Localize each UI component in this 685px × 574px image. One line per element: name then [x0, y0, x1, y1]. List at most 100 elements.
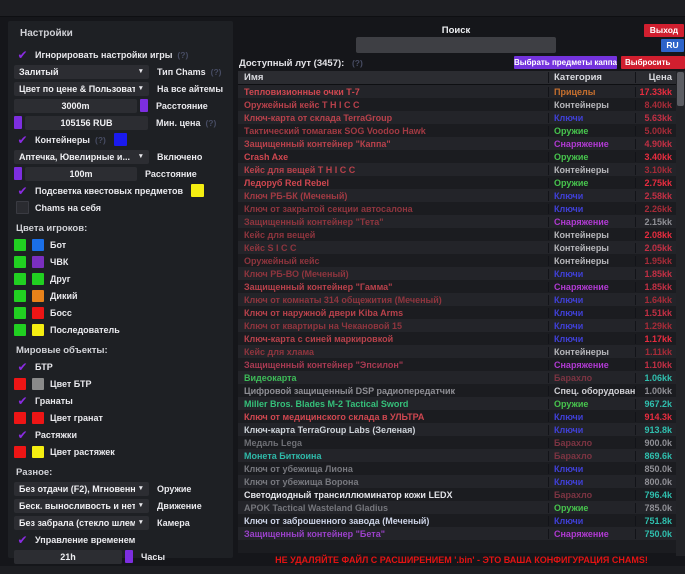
text-input[interactable]: 21h	[14, 550, 122, 564]
item-category: Ключи	[548, 516, 636, 526]
color-swatch[interactable]	[14, 290, 26, 302]
table-row[interactable]: Кейс для хламаКонтейнеры1.11kk	[238, 345, 676, 358]
table-row[interactable]: Тактический томагавк SOG Voodoo HawkОруж…	[238, 124, 676, 137]
table-row[interactable]: Ключ от закрытой секции автосалонаКлючи2…	[238, 202, 676, 215]
setting-camera: Без забрала (стекло шлема)▼Камера	[14, 514, 227, 531]
color-swatch[interactable]	[14, 324, 26, 336]
help-icon: (?)	[95, 135, 106, 145]
table-row[interactable]: Ключ от наружной двери Kiba ArmsКлючи1.5…	[238, 306, 676, 319]
color-swatch[interactable]	[114, 133, 127, 146]
color-swatch[interactable]	[14, 239, 26, 251]
settings-controls: ✔Игнорировать настройки игры(?)Залитый▼Т…	[14, 46, 227, 565]
table-row[interactable]: Ключ от убежища ВоронаКлючи800.0k	[238, 475, 676, 488]
language-button[interactable]: RU	[661, 39, 684, 52]
color-swatch[interactable]	[14, 167, 22, 180]
checkbox[interactable]: ✔	[16, 533, 29, 546]
checkbox[interactable]: ✔	[16, 394, 29, 407]
table-row[interactable]: Ключ РБ-БК (Меченый)Ключи2.58kk	[238, 189, 676, 202]
table-row[interactable]: Ключ РБ-ВО (Меченый)Ключи1.85kk	[238, 267, 676, 280]
dropdown[interactable]: Аптечка, Ювелирные и...▼	[14, 150, 149, 164]
table-row[interactable]: Защищенный контейнер "Гамма"Снаряжение1.…	[238, 280, 676, 293]
checkbox[interactable]: ✔	[16, 48, 29, 61]
color-swatch[interactable]	[32, 446, 44, 458]
column-header-category[interactable]: Категория	[548, 72, 636, 83]
table-row[interactable]: Кейс для вещей T H I C CКонтейнеры3.10kk	[238, 163, 676, 176]
chevron-down-icon: ▼	[138, 519, 144, 526]
color-swatch[interactable]	[32, 273, 44, 285]
table-row[interactable]: Кейс S I C CКонтейнеры2.05kk	[238, 241, 676, 254]
color-swatch[interactable]	[125, 550, 133, 563]
color-swatch[interactable]	[32, 324, 44, 336]
table-row[interactable]: Защищенный контейнер "Эпсилон"Снаряжение…	[238, 358, 676, 371]
setting-label: Контейнеры	[35, 135, 90, 145]
exit-button[interactable]: Выход	[644, 24, 684, 37]
setting-label: Расстояние	[156, 101, 208, 111]
table-row[interactable]: APOK Tactical Wasteland GladiusОружие785…	[238, 501, 676, 514]
text-input[interactable]: 100m	[25, 167, 137, 181]
table-row[interactable]	[238, 540, 676, 553]
search-input[interactable]	[356, 37, 556, 53]
column-header-name[interactable]: Имя	[238, 72, 548, 83]
table-row[interactable]: Crash AxeОружие3.40kk	[238, 150, 676, 163]
table-row[interactable]: Кейс для вещейКонтейнеры2.08kk	[238, 228, 676, 241]
color-swatch[interactable]	[32, 239, 44, 251]
select-kappa-items-button[interactable]: Выбрать предметы каппа	[514, 56, 617, 69]
dropdown[interactable]: Без забрала (стекло шлема)▼	[14, 516, 149, 530]
color-swatch[interactable]	[14, 378, 26, 390]
checkbox[interactable]: ✔	[16, 133, 29, 146]
color-swatch[interactable]	[32, 307, 44, 319]
table-row[interactable]: Ключ-карта TerraGroup Labs (Зеленая)Ключ…	[238, 423, 676, 436]
color-swatch[interactable]	[14, 446, 26, 458]
table-row[interactable]: Оружейный кейс T H I C CКонтейнеры8.40kk	[238, 98, 676, 111]
color-swatch[interactable]	[32, 412, 44, 424]
table-row[interactable]: Ключ от заброшенного завода (Меченый)Клю…	[238, 514, 676, 527]
color-swatch[interactable]	[14, 307, 26, 319]
table-row[interactable]: ВидеокартаБарахло1.06kk	[238, 371, 676, 384]
checkbox[interactable]	[16, 201, 29, 214]
color-swatch[interactable]	[32, 290, 44, 302]
table-row[interactable]: Тепловизионные очки Т-7Прицелы17.33kk	[238, 85, 676, 98]
table-row[interactable]: Ледоруб Red RebelОружие2.75kk	[238, 176, 676, 189]
table-row[interactable]: Медаль LegaБарахло900.0k	[238, 436, 676, 449]
color-swatch[interactable]	[32, 256, 44, 268]
item-price: 785.0k	[636, 503, 676, 513]
dropdown[interactable]: Цвет по цене & Пользователь▼	[14, 82, 149, 96]
table-row[interactable]: Монета БиткоинаБарахло869.6k	[238, 449, 676, 462]
item-category: Барахло	[548, 490, 636, 500]
checkbox[interactable]: ✔	[16, 360, 29, 373]
discard-all-button[interactable]: Выбросить все	[621, 56, 685, 69]
table-row[interactable]: Ключ-карта с синей маркировкойКлючи1.17k…	[238, 332, 676, 345]
dropdown[interactable]: Залитый▼	[14, 65, 149, 79]
column-header-price[interactable]: Цена	[636, 72, 676, 83]
color-swatch[interactable]	[140, 99, 148, 112]
color-swatch[interactable]	[14, 116, 22, 129]
table-row[interactable]: Ключ от убежища ЛионаКлючи850.0k	[238, 462, 676, 475]
dropdown[interactable]: Беск. выносливость и нет уста▼	[14, 499, 149, 513]
checkbox[interactable]: ✔	[16, 184, 29, 197]
table-row[interactable]: Защищенный контейнер "Бета"Снаряжение750…	[238, 527, 676, 540]
table-row[interactable]: Светодиодный трансиллюминатор кожи LEDXБ…	[238, 488, 676, 501]
scrollbar-thumb[interactable]	[677, 72, 684, 106]
table-row[interactable]: Оружейный кейсКонтейнеры1.95kk	[238, 254, 676, 267]
table-row[interactable]: Miller Bros. Blades M-2 Tactical SwordОр…	[238, 397, 676, 410]
table-row[interactable]: Цифровой защищенный DSP радиопередатчикС…	[238, 384, 676, 397]
table-row[interactable]: Ключ от медицинского склада в УЛЬТРАКлюч…	[238, 410, 676, 423]
checkbox[interactable]: ✔	[16, 428, 29, 441]
table-row[interactable]: Ключ-карта от склада TerraGroupКлючи5.63…	[238, 111, 676, 124]
color-swatch[interactable]	[14, 412, 26, 424]
color-swatch[interactable]	[14, 256, 26, 268]
table-row[interactable]: Защищенный контейнер "Каппа"Снаряжение4.…	[238, 137, 676, 150]
dropdown[interactable]: Без отдачи (F2), Мгновенное п▼	[14, 482, 149, 496]
item-category: Контейнеры	[548, 243, 636, 253]
text-input[interactable]: 105156 RUB	[25, 116, 148, 130]
table-row[interactable]: Ключ от квартиры на Чекановой 15Ключи1.2…	[238, 319, 676, 332]
scrollbar-track[interactable]	[676, 71, 685, 556]
color-swatch[interactable]	[32, 378, 44, 390]
table-row[interactable]: Ключ от комнаты 314 общежития (Меченый)К…	[238, 293, 676, 306]
color-swatch[interactable]	[191, 184, 204, 197]
setting-label: Босс	[50, 308, 72, 318]
table-row[interactable]: Защищенный контейнер "Тета"Снаряжение2.1…	[238, 215, 676, 228]
color-swatch[interactable]	[14, 273, 26, 285]
text-input[interactable]: 3000m	[14, 99, 137, 113]
item-category: Ключи	[548, 477, 636, 487]
